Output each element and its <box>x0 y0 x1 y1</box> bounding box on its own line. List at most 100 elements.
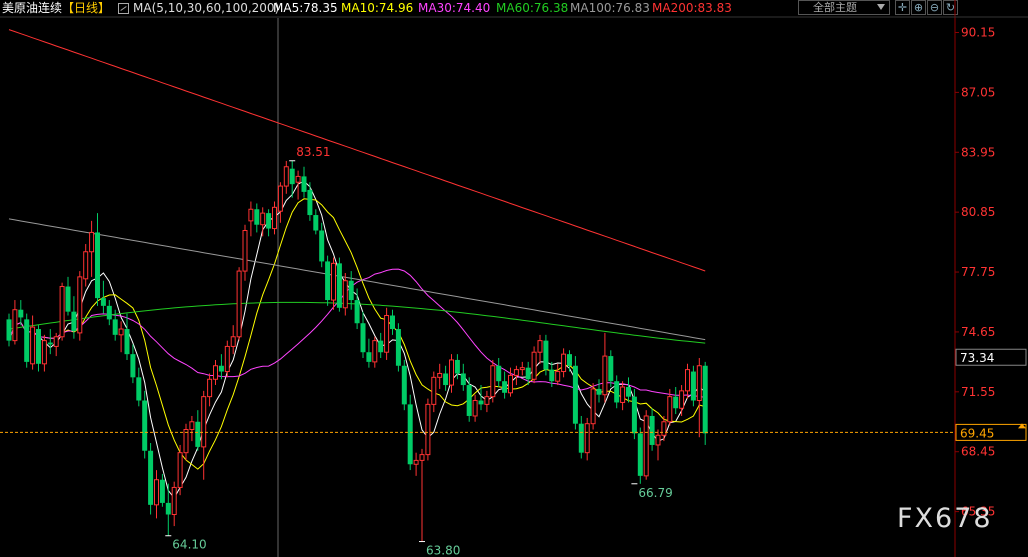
candle-body <box>407 404 413 465</box>
candle-body <box>549 369 555 382</box>
candle-body <box>36 329 41 364</box>
candle-body <box>567 354 572 366</box>
candle-body <box>112 319 118 335</box>
candle-body <box>118 328 124 336</box>
candle-body <box>195 421 201 447</box>
candle-body <box>319 230 325 262</box>
candle-body <box>537 340 543 353</box>
candle-body <box>213 365 218 380</box>
candle-body <box>148 450 154 505</box>
candle-body <box>543 340 549 370</box>
candle-body <box>466 385 472 416</box>
candle-body <box>59 286 65 338</box>
candle-body <box>83 251 89 280</box>
candle-body <box>490 365 496 398</box>
candle-body <box>53 336 59 347</box>
candle-body <box>171 486 177 515</box>
candle-body <box>6 319 12 341</box>
ma5-line <box>8 180 706 499</box>
candle-body <box>266 213 272 229</box>
candle-body <box>154 479 159 506</box>
price-axis: 90.15 87.05 83.95 80.85 77.75 74.65 71.55 68.45… <box>0 25 1027 519</box>
candle-body <box>47 342 53 345</box>
candle-body <box>496 365 502 382</box>
candle-body <box>325 261 331 301</box>
candle-body <box>331 262 336 301</box>
candle-body <box>242 230 248 272</box>
candle-body <box>395 329 401 366</box>
candle-body <box>596 388 602 395</box>
candle-body <box>189 421 195 430</box>
candle-body <box>502 381 508 393</box>
candle-body <box>513 369 519 376</box>
candle-body <box>77 276 83 334</box>
candle-body <box>183 428 189 454</box>
candle-body <box>89 231 95 253</box>
ma200-line <box>8 29 706 272</box>
candle-body <box>360 323 366 353</box>
candle-body <box>478 400 484 405</box>
candle-body <box>248 208 254 222</box>
candle-body <box>690 371 696 401</box>
candle-body <box>631 396 637 434</box>
candle-body <box>224 345 230 373</box>
candle-body <box>667 396 673 423</box>
candle-body <box>342 280 348 309</box>
candle-body <box>30 326 36 365</box>
extreme-label: 63.80 <box>426 544 460 557</box>
watermark: FX678 <box>897 503 993 534</box>
candle-body <box>354 300 360 324</box>
candle-body <box>572 365 578 424</box>
price-annotations: 83.51 64.10 63.80 66.79 <box>165 145 673 557</box>
candle-body <box>336 263 342 308</box>
candle-body <box>602 355 608 396</box>
candle-body <box>165 502 171 515</box>
y-tick-label: 87.05 <box>961 85 995 99</box>
candle-body <box>401 365 407 405</box>
extreme-label: 66.79 <box>638 486 672 500</box>
y-tick-label: 83.95 <box>961 145 995 159</box>
candle-body <box>679 390 685 409</box>
candle-body <box>519 367 525 371</box>
candle-body <box>449 359 454 386</box>
candle-body <box>472 400 478 417</box>
y-tick-label: 80.85 <box>961 205 995 219</box>
candle-body <box>696 365 702 402</box>
candle-body <box>65 286 71 312</box>
candle-body <box>254 209 260 225</box>
candle-body <box>702 365 708 434</box>
candle-body <box>431 376 437 405</box>
candle-body <box>685 369 690 392</box>
candle-body <box>18 309 24 318</box>
candle-body <box>649 415 655 445</box>
candlestick-chart[interactable]: 83.51 64.10 63.80 66.79 90.15 87.05 83.95 80.8… <box>0 0 1028 557</box>
candle-body <box>71 311 77 331</box>
candle-body <box>378 340 384 353</box>
y-tick-label: 71.55 <box>961 385 995 399</box>
candle-body <box>100 298 106 306</box>
y-tick-label: 74.65 <box>961 325 995 339</box>
candle-body <box>272 206 277 230</box>
candle-body <box>460 373 466 386</box>
candle-body <box>620 386 626 403</box>
moving-average-lines <box>8 29 706 499</box>
candle-body <box>159 479 165 503</box>
candle-body <box>230 336 236 347</box>
candle-body <box>41 340 47 365</box>
candle-body <box>413 459 419 465</box>
candle-body <box>561 353 567 373</box>
candle-body <box>106 305 112 320</box>
crosshair-price-label: 73.34 <box>960 351 994 365</box>
candle-body <box>508 374 513 394</box>
candle-body <box>608 356 614 382</box>
candle-body <box>525 367 531 380</box>
candle-body <box>277 185 283 212</box>
candle-body <box>555 371 561 382</box>
candle-body <box>590 388 596 425</box>
candle-body <box>236 270 242 338</box>
candle-body <box>24 319 30 362</box>
candle-body <box>366 352 372 362</box>
candle-body <box>425 403 431 456</box>
candle-body <box>673 396 679 409</box>
candle-body <box>124 329 130 355</box>
